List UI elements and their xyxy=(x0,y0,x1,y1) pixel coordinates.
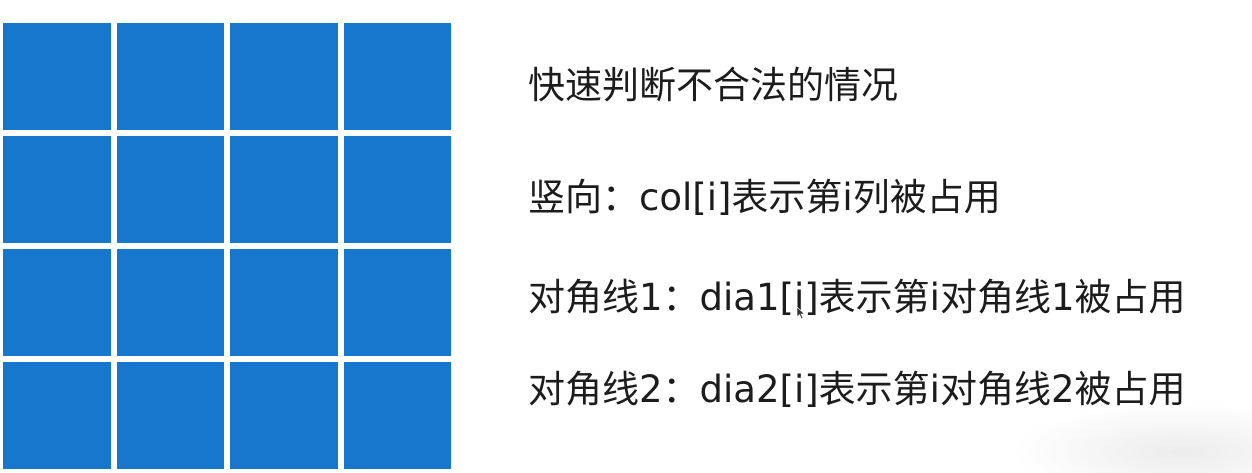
board-cell xyxy=(343,23,451,130)
diagonal1-occupied-note: 对角线1：dia1[i]表示第i对角线1被占用 xyxy=(528,276,1186,319)
board-cell xyxy=(343,362,451,469)
board-cell xyxy=(116,136,224,243)
column-occupied-note: 竖向：col[i]表示第i列被占用 xyxy=(528,176,1001,219)
board-cell xyxy=(230,249,338,356)
mouse-cursor-icon xyxy=(796,306,806,320)
board-cell xyxy=(3,23,111,130)
board-cell xyxy=(230,362,338,469)
board-cell xyxy=(343,249,451,356)
board-cell xyxy=(116,23,224,130)
notes-title: 快速判断不合法的情况 xyxy=(528,64,898,107)
board-cell xyxy=(116,249,224,356)
board-cell xyxy=(3,249,111,356)
board-cell xyxy=(230,136,338,243)
board-cell xyxy=(3,362,111,469)
board-cell xyxy=(116,362,224,469)
board-cell xyxy=(3,136,111,243)
watermark-blur xyxy=(1012,403,1252,473)
chess-board-grid xyxy=(3,23,451,469)
board-cell xyxy=(343,136,451,243)
board-cell xyxy=(230,23,338,130)
